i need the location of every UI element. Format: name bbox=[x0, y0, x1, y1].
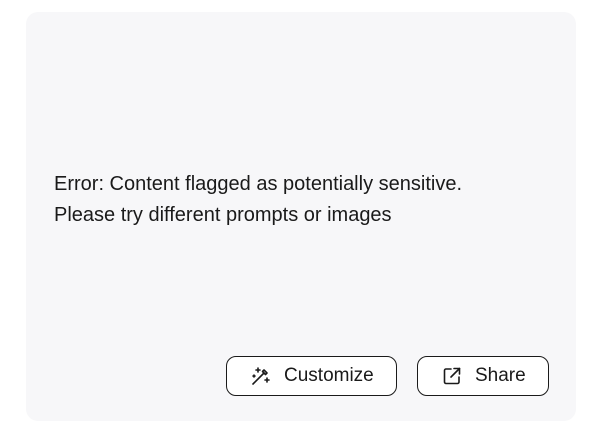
error-message-line-1: Error: Content flagged as potentially se… bbox=[54, 173, 462, 195]
magic-wand-icon bbox=[250, 365, 272, 387]
share-button-label: Share bbox=[475, 365, 526, 386]
error-message-line-2: Please try different prompts or images bbox=[54, 204, 392, 226]
error-message: Error: Content flagged as potentially se… bbox=[54, 169, 554, 231]
error-card: Error: Content flagged as potentially se… bbox=[26, 12, 576, 421]
share-button[interactable]: Share bbox=[417, 356, 549, 396]
external-link-icon bbox=[441, 365, 463, 387]
customize-button[interactable]: Customize bbox=[226, 356, 397, 396]
customize-button-label: Customize bbox=[284, 365, 374, 386]
